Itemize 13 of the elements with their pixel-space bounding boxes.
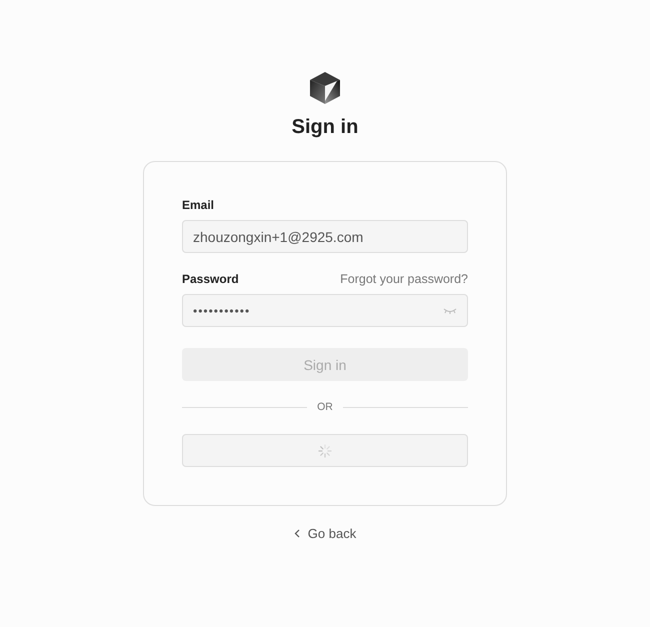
page-title: Sign in <box>292 115 358 139</box>
email-field[interactable]: zhouzongxin+1@2925.com <box>182 220 468 253</box>
field-label: Password <box>182 272 239 286</box>
forgot-password-link[interactable]: Forgot your password? <box>340 272 468 286</box>
password-field[interactable]: ••••••••••• <box>182 294 468 327</box>
loading-button[interactable] <box>182 434 468 467</box>
go-back-link[interactable]: Go back <box>294 526 356 541</box>
cube-logo-icon <box>309 71 341 105</box>
spinner-icon <box>318 444 332 458</box>
closed-eye-icon[interactable] <box>443 308 457 314</box>
chevron-left-icon <box>294 529 300 538</box>
field-label: Email <box>182 198 216 212</box>
divider-label: OR <box>317 401 333 413</box>
